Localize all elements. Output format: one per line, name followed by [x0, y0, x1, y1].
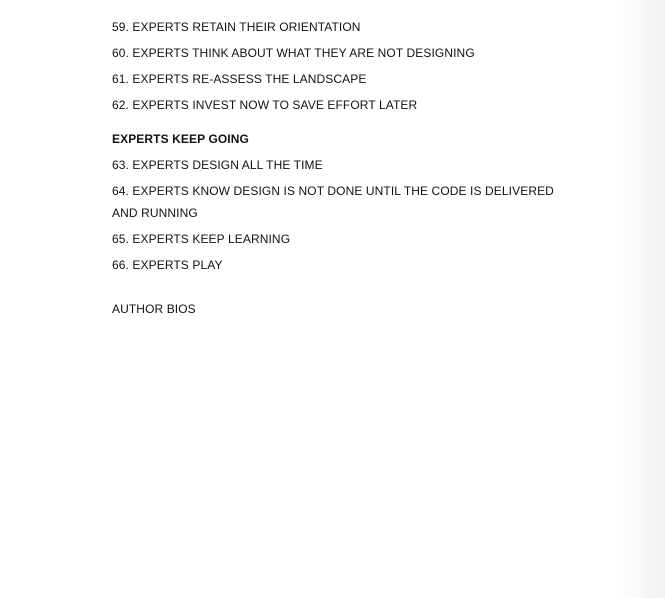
- toc-item-59[interactable]: 59. EXPERTS RETAIN THEIR ORIENTATION: [112, 16, 562, 38]
- toc-item-63[interactable]: 63. EXPERTS DESIGN ALL THE TIME: [112, 154, 562, 176]
- toc-item-66[interactable]: 66. EXPERTS PLAY: [112, 254, 562, 276]
- page-edge-shadow: [617, 0, 665, 598]
- toc-item-60[interactable]: 60. EXPERTS THINK ABOUT WHAT THEY ARE NO…: [112, 42, 562, 64]
- table-of-contents: 59. EXPERTS RETAIN THEIR ORIENTATION 60.…: [112, 16, 562, 320]
- toc-item-62[interactable]: 62. EXPERTS INVEST NOW TO SAVE EFFORT LA…: [112, 94, 562, 116]
- section-heading-experts-keep-going[interactable]: EXPERTS KEEP GOING: [112, 128, 562, 150]
- document-page: 59. EXPERTS RETAIN THEIR ORIENTATION 60.…: [0, 0, 665, 598]
- toc-item-65[interactable]: 65. EXPERTS KEEP LEARNING: [112, 228, 562, 250]
- toc-item-64[interactable]: 64. EXPERTS KNOW DESIGN IS NOT DONE UNTI…: [112, 180, 562, 224]
- toc-item-61[interactable]: 61. EXPERTS RE-ASSESS THE LANDSCAPE: [112, 68, 562, 90]
- toc-item-author-bios[interactable]: AUTHOR BIOS: [112, 298, 562, 320]
